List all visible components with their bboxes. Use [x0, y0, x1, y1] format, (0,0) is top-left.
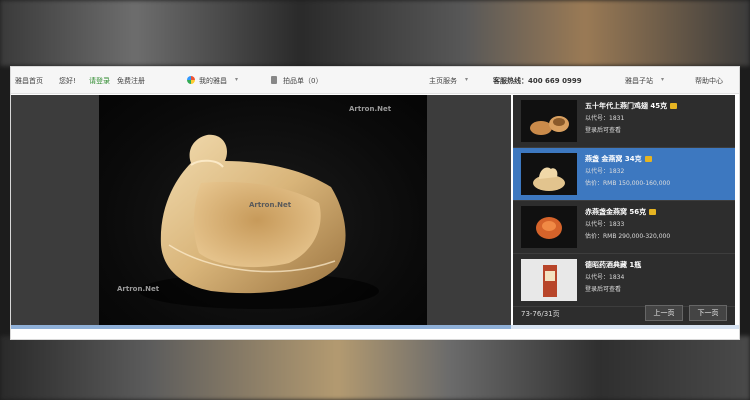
chevron-down-icon[interactable]: ▾: [235, 76, 238, 83]
prev-page-button[interactable]: 上一页: [645, 305, 683, 321]
chevron-down-icon[interactable]: ▾: [661, 76, 664, 83]
lot-thumbnail: [521, 100, 577, 142]
lot-list-sidebar: 五十年代上燕门鸡翅 45克 以代号：1831 登录后可查看 燕盏 金燕窝 34克…: [513, 95, 735, 325]
blurred-background-top: [0, 0, 750, 66]
next-page-button[interactable]: 下一页: [689, 305, 727, 321]
lot-title: 燕盏 金燕窝 34克: [585, 154, 652, 164]
home-link[interactable]: 雅昌首页: [15, 76, 43, 86]
lot-thumbnail: [521, 153, 577, 195]
bottom-bar-fill: [11, 325, 511, 329]
substation-menu[interactable]: 雅昌子站: [625, 76, 653, 86]
watermark-center: Artron.Net: [249, 201, 292, 209]
badge-icon: [644, 156, 652, 162]
lot-photo[interactable]: Artron.Net Artron.Net Artron.Net: [99, 95, 427, 325]
image-viewer: Artron.Net Artron.Net Artron.Net: [11, 95, 511, 325]
lot-item[interactable]: 德昭药酒典藏 1瓶 以代号：1834 登录后可查看: [513, 254, 735, 307]
lot-estimate: 登录后可查看: [585, 127, 622, 134]
badge-icon: [649, 209, 657, 215]
artron-logo-icon: [187, 76, 195, 84]
lot-number: 以代号：1834: [585, 274, 625, 281]
register-link[interactable]: 免费注册: [117, 76, 145, 86]
lot-item[interactable]: 五十年代上燕门鸡翅 45克 以代号：1831 登录后可查看: [513, 95, 735, 148]
help-link[interactable]: 帮助中心: [695, 76, 723, 86]
lot-number: 以代号：1833: [585, 221, 625, 228]
lot-thumbnail: [521, 206, 577, 248]
lot-item[interactable]: 赤燕盏金燕窝 56克 以代号：1833 估价：RMB 290,000-320,0…: [513, 201, 735, 254]
auction-page: 雅昌首页 您好! 请登录 免费注册 我的雅昌 ▾ 拍品单（0） 主页服务 ▾ 客…: [10, 66, 740, 340]
cart-icon: [271, 76, 277, 84]
lot-thumbnail: [521, 259, 577, 301]
services-menu[interactable]: 主页服务: [429, 76, 457, 86]
cart-link[interactable]: 拍品单（0）: [283, 76, 322, 86]
top-navigation: 雅昌首页 您好! 请登录 免费注册 我的雅昌 ▾ 拍品单（0） 主页服务 ▾ 客…: [11, 67, 739, 94]
lot-estimate: 估价：RMB 150,000-160,000: [585, 180, 671, 187]
watermark-bottom: Artron.Net: [117, 285, 160, 293]
page-counter: 73-76/31页: [521, 310, 560, 318]
my-artron-menu[interactable]: 我的雅昌: [199, 76, 227, 86]
login-link[interactable]: 请登录: [89, 76, 110, 86]
lot-item-active[interactable]: 燕盏 金燕窝 34克 以代号：1832 估价：RMB 150,000-160,0…: [513, 148, 735, 201]
hotline-text: 客服热线：400 669 0999: [493, 77, 582, 85]
lot-estimate: 登录后可查看: [585, 286, 622, 293]
lot-number: 以代号：1831: [585, 115, 625, 122]
lot-title: 五十年代上燕门鸡翅 45克: [585, 101, 678, 111]
greeting-text: 您好!: [59, 77, 76, 85]
lot-title: 德昭药酒典藏 1瓶: [585, 261, 642, 269]
lot-title: 赤燕盏金燕窝 56克: [585, 207, 657, 217]
watermark-top: Artron.Net: [349, 105, 392, 113]
chevron-down-icon[interactable]: ▾: [465, 76, 468, 83]
viewer-bottom-bar: [11, 325, 739, 329]
lot-estimate: 估价：RMB 290,000-320,000: [585, 233, 671, 240]
blurred-background-bottom: [0, 336, 750, 400]
lot-number: 以代号：1832: [585, 168, 625, 175]
badge-icon: [670, 103, 678, 109]
